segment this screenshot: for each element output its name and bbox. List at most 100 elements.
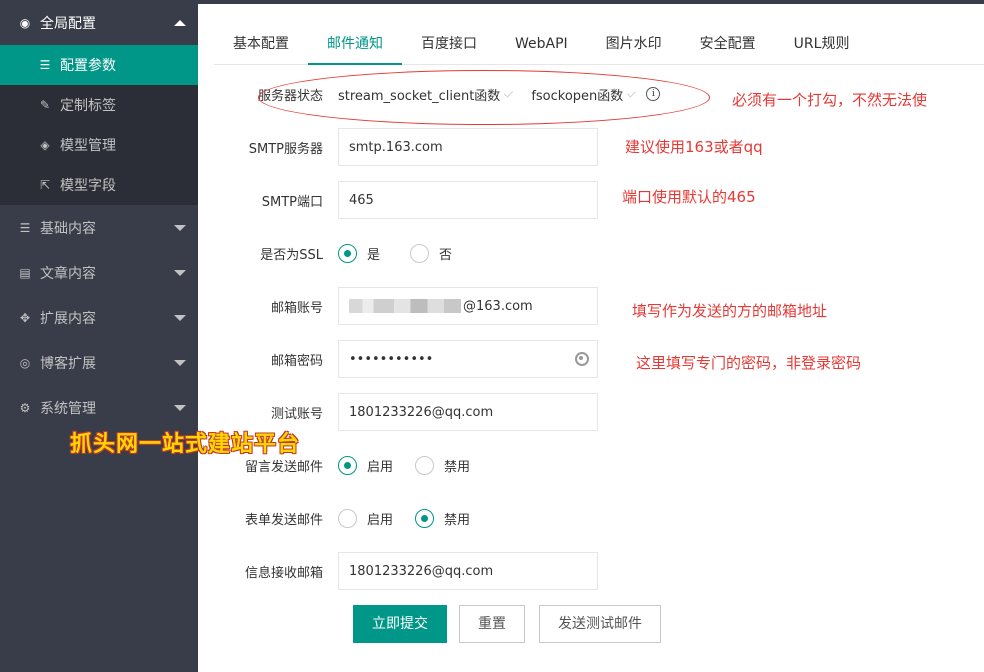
- server-status-label: 服务器状态: [257, 88, 323, 104]
- form-mail-disable-text: 禁用: [444, 512, 471, 528]
- receive-mail-label: 信息接收邮箱: [244, 565, 323, 581]
- sidebar-group-label: 博客扩展: [40, 355, 96, 372]
- receive-mail-input[interactable]: 1801233226@qq.com: [338, 552, 598, 590]
- server-status-options: stream_socket_client函数 fsockopen函数 i: [338, 85, 661, 104]
- comment-mail-enable-text: 启用: [367, 459, 394, 475]
- smtp-server-row: SMTP服务器 smtp.163.com: [214, 128, 598, 166]
- sidebar-item-config-params[interactable]: ☰ 配置参数: [0, 45, 198, 85]
- globe-icon: ◉: [19, 15, 31, 30]
- tab-bar: 基本配置 邮件通知 百度接口 WebAPI 图片水印 安全配置 URL规则: [214, 24, 984, 65]
- ssl-no-radio[interactable]: 否: [410, 243, 453, 263]
- sidebar-group-blog-extension[interactable]: ◎ 博客扩展: [0, 340, 198, 385]
- ssl-yes-radio[interactable]: 是: [338, 243, 381, 263]
- test-account-value: 1801233226@qq.com: [349, 404, 494, 420]
- radio-checked-icon: [338, 243, 357, 263]
- test-account-label: 测试账号: [270, 406, 323, 422]
- tab-security-config[interactable]: 安全配置: [681, 24, 775, 64]
- reset-button[interactable]: 重置: [459, 605, 525, 643]
- email-account-label: 邮箱账号: [270, 300, 323, 316]
- document-icon: ▤: [19, 265, 31, 280]
- receive-mail-value: 1801233226@qq.com: [349, 563, 494, 579]
- email-password-input[interactable]: •••••••••••: [338, 340, 598, 378]
- sidebar-group-label: 系统管理: [40, 400, 96, 417]
- sliders-icon: ☰: [39, 58, 51, 72]
- tab-mail-notify[interactable]: 邮件通知: [308, 24, 402, 65]
- sidebar-group-label: 扩展内容: [40, 310, 96, 327]
- chevron-down-icon: [174, 359, 186, 366]
- test-account-input[interactable]: 1801233226@qq.com: [338, 393, 598, 431]
- note-account: 填写作为发送的方的邮箱地址: [632, 302, 828, 320]
- email-account-suffix: @163.com: [463, 298, 533, 314]
- note-smtp: 建议使用163或者qq: [625, 138, 763, 156]
- smtp-port-label: SMTP端口: [261, 194, 323, 210]
- email-password-value: •••••••••••: [349, 351, 434, 367]
- send-test-mail-button[interactable]: 发送测试邮件: [539, 605, 661, 643]
- sidebar-item-label: 配置参数: [60, 58, 116, 74]
- smtp-server-input[interactable]: smtp.163.com: [338, 128, 598, 166]
- email-password-label: 邮箱密码: [270, 353, 323, 369]
- smtp-port-row: SMTP端口 465: [214, 181, 598, 219]
- sidebar-item-label: 模型管理: [60, 138, 116, 154]
- form-mail-disable-radio[interactable]: 禁用: [415, 508, 471, 528]
- sidebar-group-extended-content[interactable]: ✥ 扩展内容: [0, 295, 198, 340]
- submit-button[interactable]: 立即提交: [353, 605, 447, 643]
- ssl-label: 是否为SSL: [260, 247, 323, 263]
- radio-unchecked-icon: [410, 243, 430, 263]
- tab-baidu-api[interactable]: 百度接口: [402, 24, 496, 64]
- tab-image-watermark[interactable]: 图片水印: [587, 24, 681, 64]
- fsockopen-option[interactable]: fsockopen函数: [531, 85, 623, 104]
- smtp-server-label: SMTP服务器: [248, 141, 323, 157]
- sidebar-group-basic-content[interactable]: ☰ 基础内容: [0, 205, 198, 250]
- sidebar-item-custom-tags[interactable]: ✎ 定制标签: [0, 85, 198, 125]
- check-icon: [626, 88, 638, 100]
- form-mail-enable-radio[interactable]: 启用: [338, 508, 394, 528]
- comment-mail-disable-text: 禁用: [444, 459, 471, 475]
- smtp-port-input[interactable]: 465: [338, 181, 598, 219]
- sidebar-item-model-manage[interactable]: ◈ 模型管理: [0, 125, 198, 165]
- tab-webapi[interactable]: WebAPI: [496, 24, 587, 64]
- tab-basic-config[interactable]: 基本配置: [214, 24, 308, 64]
- radio-unchecked-icon: [415, 455, 435, 475]
- comment-mail-disable-radio[interactable]: 禁用: [415, 455, 471, 475]
- email-password-row: 邮箱密码 •••••••••••: [214, 340, 598, 378]
- form-mail-label: 表单发送邮件: [244, 512, 323, 528]
- note-port: 端口使用默认的465: [622, 188, 756, 206]
- chevron-down-icon: [174, 404, 186, 411]
- ssl-no-text: 否: [439, 247, 453, 263]
- form-mail-enable-text: 启用: [367, 512, 394, 528]
- sidebar: ◉ 全局配置 ☰ 配置参数 ✎ 定制标签 ◈ 模型管理 ⇱ 模型字段 ☰ 基础内…: [0, 0, 198, 672]
- watermark-text: 抓头网一站式建站平台: [70, 432, 301, 457]
- expand-icon: ✥: [19, 310, 31, 325]
- sidebar-group-label: 文章内容: [40, 265, 96, 282]
- radio-unchecked-icon: [338, 508, 357, 528]
- sidebar-item-model-fields[interactable]: ⇱ 模型字段: [0, 165, 198, 205]
- sidebar-item-label: 模型字段: [60, 178, 116, 194]
- sidebar-group-system-manage[interactable]: ⚙ 系统管理: [0, 385, 198, 430]
- sidebar-group-article-content[interactable]: ▤ 文章内容: [0, 250, 198, 295]
- smtp-port-value: 465: [349, 192, 374, 208]
- sidebar-group-global-config[interactable]: ◉ 全局配置: [0, 0, 198, 45]
- chevron-up-icon: [174, 19, 186, 26]
- external-link-icon: ⇱: [39, 178, 51, 192]
- server-status-row: 服务器状态 stream_socket_client函数 fsockopen函数…: [214, 75, 661, 113]
- email-account-input[interactable]: @163.com: [338, 287, 598, 325]
- sidebar-group-label: 全局配置: [40, 15, 96, 32]
- comment-mail-enable-radio[interactable]: 启用: [338, 455, 394, 475]
- location-icon: ◎: [19, 355, 31, 370]
- cube-icon: ◈: [40, 138, 50, 152]
- eye-icon[interactable]: [575, 352, 589, 366]
- note-status: 必须有一个打勾，不然无法使: [732, 91, 928, 109]
- ssl-row: 是否为SSL 是 否: [214, 234, 470, 272]
- info-icon[interactable]: i: [646, 87, 661, 101]
- comment-mail-label: 留言发送邮件: [244, 459, 323, 475]
- tab-url-rules[interactable]: URL规则: [775, 24, 869, 64]
- gear-icon: ⚙: [19, 400, 31, 415]
- receive-mail-row: 信息接收邮箱 1801233226@qq.com: [214, 552, 598, 590]
- sidebar-item-label: 定制标签: [60, 98, 116, 114]
- radio-checked-icon: [415, 508, 435, 528]
- note-password: 这里填写专门的密码，非登录密码: [636, 354, 862, 372]
- wrench-icon: ✎: [39, 98, 51, 112]
- stream-socket-option[interactable]: stream_socket_client函数: [338, 85, 500, 104]
- top-bar: [198, 0, 984, 4]
- ssl-yes-text: 是: [367, 247, 381, 263]
